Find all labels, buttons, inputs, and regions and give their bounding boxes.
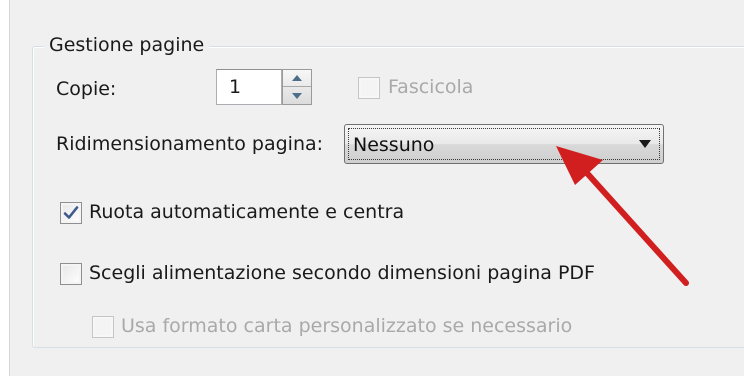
copies-input[interactable]: 1 <box>216 69 282 105</box>
page-scaling-value: Nessuno <box>353 134 435 156</box>
panel-divider <box>9 0 10 376</box>
paper-source-label: Scegli alimentazione secondo dimensioni … <box>89 262 595 284</box>
custom-paper-label: Usa formato carta personalizzato se nece… <box>121 315 573 337</box>
spin-up-button[interactable] <box>283 70 311 87</box>
chevron-down-icon <box>639 140 651 148</box>
paper-source-checkbox[interactable] <box>60 263 82 285</box>
checkmark-icon <box>63 206 79 219</box>
groupbox-title: Gestione pagine <box>44 32 210 58</box>
custom-paper-checkbox[interactable] <box>92 316 114 338</box>
copies-label: Copie: <box>56 78 117 100</box>
arrow-up-icon <box>292 75 302 81</box>
arrow-down-icon <box>292 92 302 99</box>
collate-checkbox[interactable] <box>358 77 380 99</box>
page-scaling-label: Ridimensionamento pagina: <box>56 133 324 155</box>
print-dialog-section: Gestione pagine Copie: 1 Fascicola Ridim… <box>0 0 744 376</box>
copies-spinner <box>282 69 312 105</box>
auto-rotate-checkbox[interactable] <box>60 202 82 224</box>
auto-rotate-label: Ruota automaticamente e centra <box>89 201 405 223</box>
page-scaling-dropdown[interactable]: Nessuno <box>344 124 664 164</box>
collate-label: Fascicola <box>388 76 474 98</box>
spin-down-button[interactable] <box>283 87 311 104</box>
